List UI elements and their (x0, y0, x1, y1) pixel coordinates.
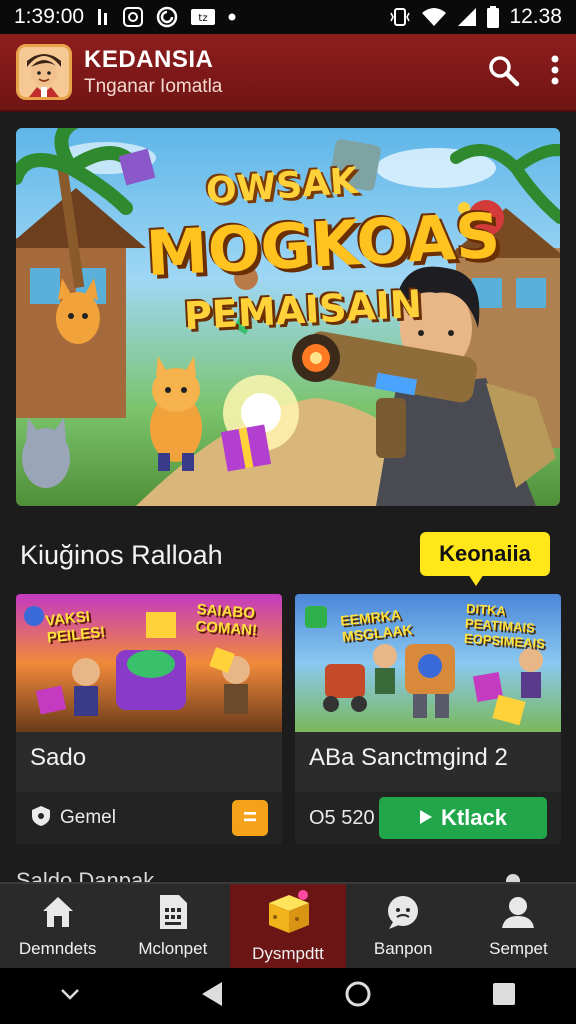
wifi-icon (421, 7, 447, 27)
card-thumb-text-right: DITKA PEATIMAIS EOPSIMEAIS (463, 600, 546, 652)
play-button-label: Ktlack (440, 805, 508, 830)
system-nav-bar (0, 968, 576, 1024)
app-subtitle: Tnganar Iоmatla (84, 76, 223, 97)
avatar[interactable] (16, 44, 72, 100)
app-title: KEDANSIA (84, 46, 214, 73)
chevron-down-icon[interactable] (60, 987, 80, 1006)
section-title: Kiuğinos Ralloah (20, 540, 223, 570)
play-button[interactable]: Ktlack (379, 797, 547, 839)
gift-cube-icon (263, 889, 313, 940)
nav-label: Demndets (18, 938, 97, 958)
game-card[interactable]: EEMRKA MSGLAAK DITKA PEATIMAIS EOPSIMEAI… (295, 594, 561, 844)
signal-icon (457, 7, 477, 27)
hero-banner[interactable]: OWSAK MOGKOAS PEMAISAIN (16, 128, 560, 506)
card-thumb-text-right: SAIABO COMAN! (194, 601, 258, 640)
status-bar: 1:39:00 tz 12.38 (0, 0, 576, 34)
home-icon (40, 894, 76, 935)
game-card-footer: O5 520 Ktlack (295, 792, 561, 844)
shield-icon (30, 805, 52, 832)
game-card-thumbnail: VAKSI PEILES! SAIABO COMAN! (16, 594, 282, 732)
tv-icon: tz (190, 8, 216, 26)
avatar-image (19, 47, 69, 97)
nav-label: Mclonpet (138, 938, 208, 958)
nav-item-chat[interactable]: Banpon (346, 884, 461, 968)
back-icon[interactable] (200, 981, 224, 1012)
search-icon[interactable] (486, 53, 520, 92)
app-bar: KEDANSIA Tnganar Iоmatla (0, 34, 576, 112)
document-icon (157, 894, 189, 935)
svg-text:tz: tz (198, 13, 207, 24)
more-vert-icon[interactable] (550, 55, 560, 90)
recents-icon[interactable] (492, 982, 516, 1011)
nav-item-document[interactable]: Mclonpet (115, 884, 230, 968)
notification-icon (96, 7, 110, 27)
whatsapp-icon (122, 6, 144, 28)
vibrate-icon (389, 6, 411, 28)
status-time-left: 1:39:00 (14, 5, 85, 28)
bottom-nav: Demndets Mclonpet Dysmpdtt Banpon Sempet (0, 882, 576, 968)
game-card[interactable]: VAKSI PEILES! SAIABO COMAN! Sado Gemel = (16, 594, 282, 844)
play-icon (419, 805, 433, 831)
nav-item-profile[interactable]: Sempet (461, 884, 576, 968)
home-circle-icon[interactable] (344, 980, 372, 1013)
nav-item-gift[interactable]: Dysmpdtt (230, 884, 346, 968)
menu-button[interactable]: = (232, 800, 268, 836)
game-card-thumbnail: EEMRKA MSGLAAK DITKA PEATIMAIS EOPSIMEAI… (295, 594, 561, 732)
game-card-title: ABa Sanctmgind 2 (309, 744, 508, 771)
game-card-title: Sado (30, 744, 87, 771)
chat-face-icon (385, 894, 421, 935)
game-card-footer: Gemel = (16, 792, 282, 844)
nav-label: Sempet (489, 938, 548, 958)
section-badge-button[interactable]: Keonaiia (420, 532, 550, 586)
nav-label: Dysmpdtt (252, 943, 324, 963)
game-card-price: O5 520 (309, 806, 375, 829)
nav-label: Banpon (373, 938, 433, 958)
game-card-footer-label: Gemel (60, 807, 116, 828)
profile-icon (500, 894, 536, 935)
menu-icon: = (242, 804, 257, 831)
battery-icon (487, 6, 500, 28)
nav-item-home[interactable]: Demndets (0, 884, 115, 968)
dot-icon (228, 13, 236, 21)
status-time-right: 12.38 (509, 5, 562, 28)
app-icon (156, 6, 178, 28)
